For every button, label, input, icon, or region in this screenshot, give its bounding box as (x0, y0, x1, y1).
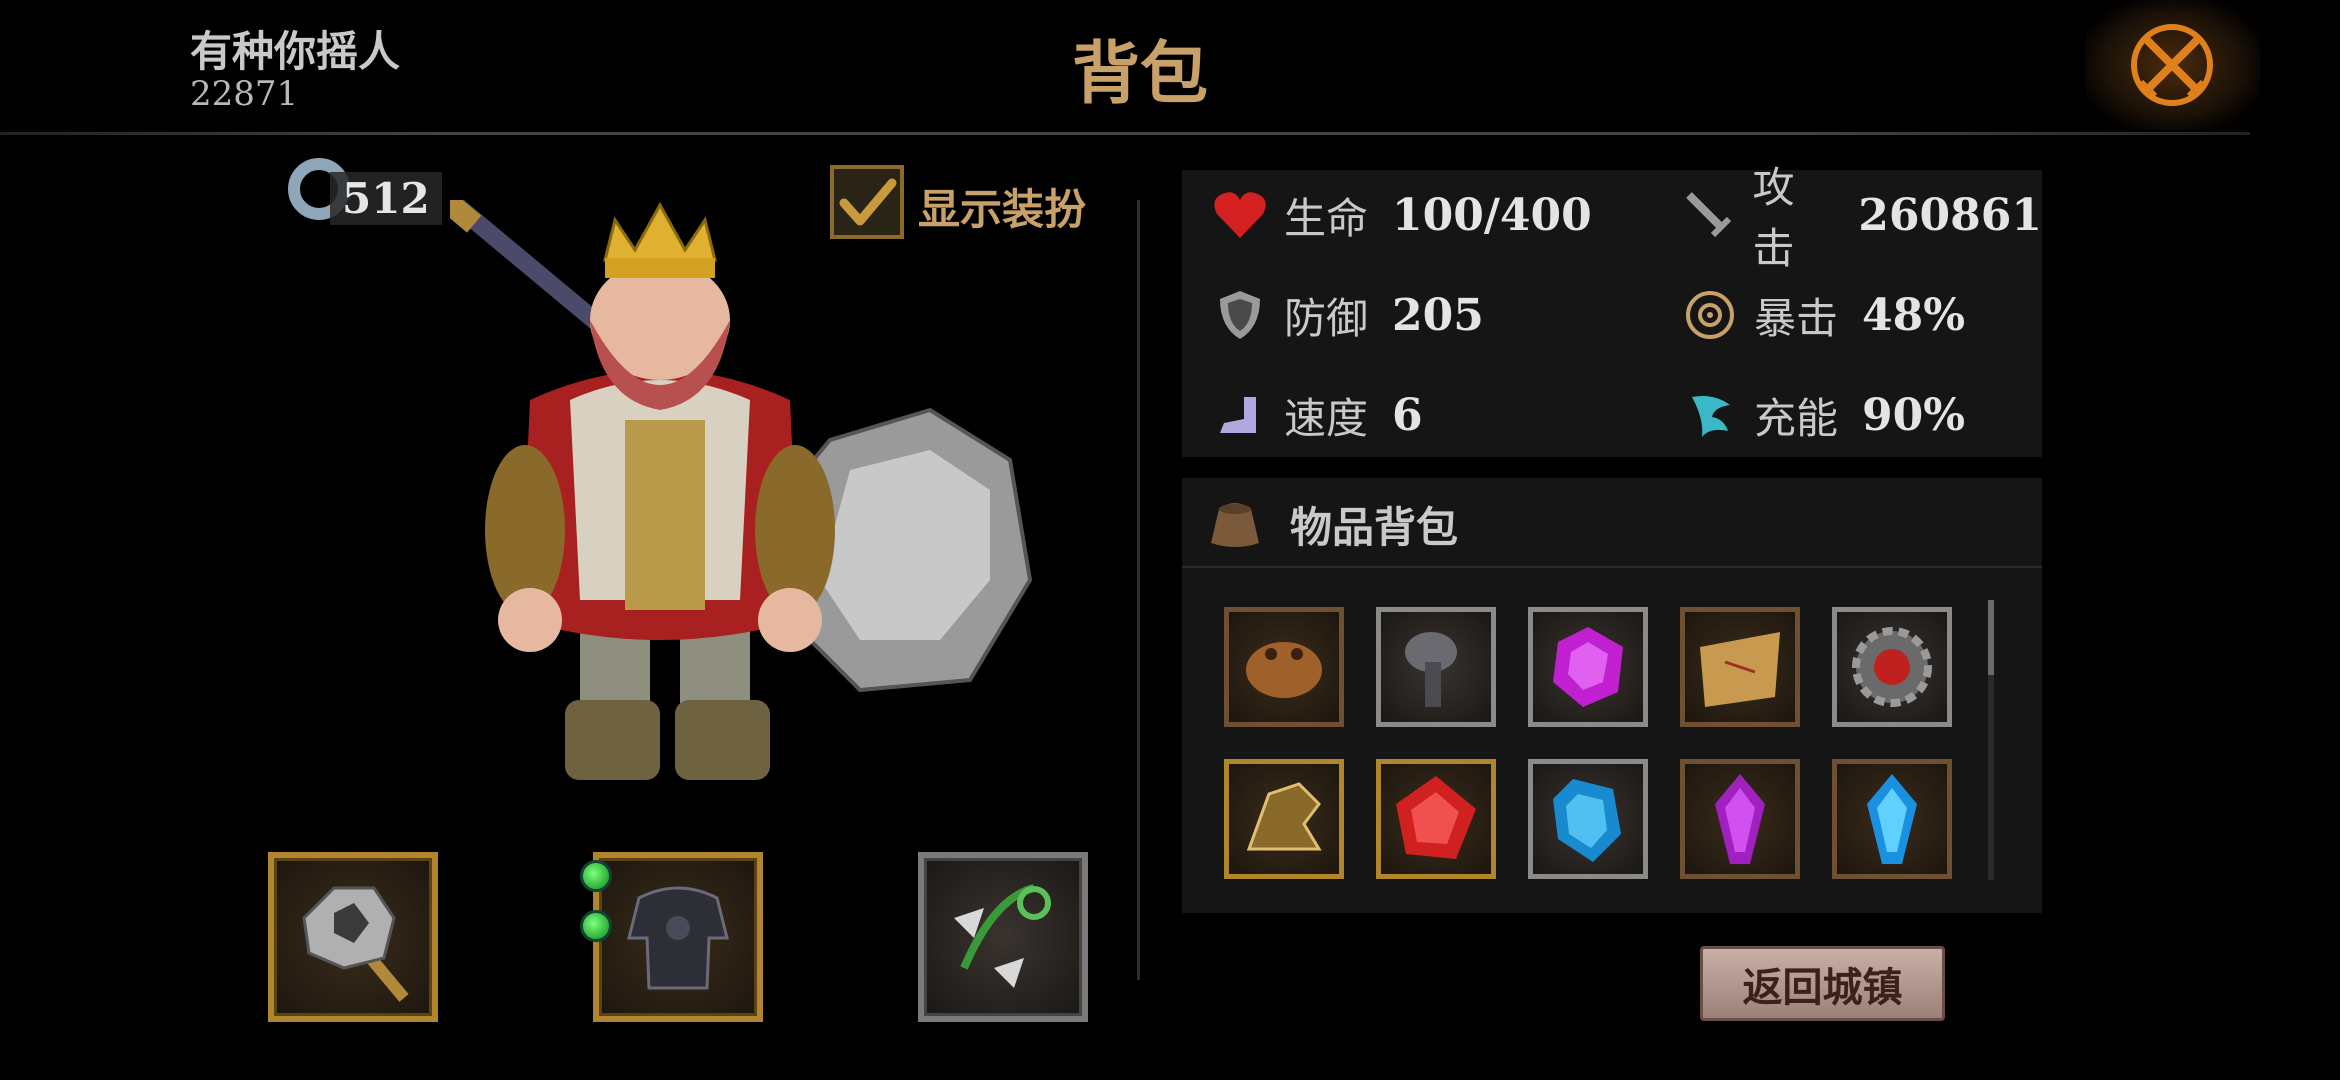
player-id: 22871 (190, 74, 299, 114)
dark-armor-icon (627, 886, 729, 990)
close-button[interactable] (2085, 0, 2260, 130)
inventory-title: 物品背包 (1290, 503, 1459, 552)
stat-energy-value: 90% (1862, 389, 1966, 441)
bag-icon (1211, 503, 1259, 547)
red-gear-icon (1852, 627, 1932, 707)
crit-target-icon (1682, 287, 1738, 343)
heart-icon (1212, 187, 1268, 243)
hero-character-model[interactable] (450, 200, 1070, 820)
inventory-item[interactable] (1376, 759, 1496, 879)
cyan-crystal-icon (1867, 774, 1917, 864)
inventory-item[interactable] (1376, 607, 1496, 727)
stat-crit-label: 暴击 (1754, 293, 1839, 343)
stat-crit-value: 48% (1862, 289, 1966, 341)
pipe-icon (1405, 632, 1457, 707)
character-level: 512 (330, 172, 442, 225)
gem-socket-icon (580, 910, 612, 942)
stats-panel: 生命 100/400 攻击 260861 防御 205 暴击 48% 速度 6 … (1182, 163, 2042, 457)
stat-hp: 生命 100/400 (1212, 185, 1592, 245)
inventory-item[interactable] (1528, 759, 1648, 879)
stat-hp-value: 100/400 (1392, 189, 1592, 241)
stat-attack-label: 攻击 (1752, 163, 1795, 273)
purple-gem-icon (1553, 627, 1623, 707)
green-pendant-icon (954, 884, 1051, 988)
equip-slot-armor[interactable] (593, 852, 763, 1022)
red-crystal-icon (1396, 776, 1476, 859)
inventory-item[interactable] (1528, 607, 1648, 727)
golden-boot-icon (1246, 782, 1322, 851)
war-hammer-icon (302, 886, 409, 1002)
stat-energy-label: 充能 (1754, 393, 1839, 443)
inventory-item[interactable] (1832, 759, 1952, 879)
header-divider (0, 132, 2250, 135)
player-name: 有种你摇人 (190, 27, 401, 76)
stat-crit: 暴击 48% (1682, 285, 1965, 345)
shield-icon (1212, 287, 1268, 343)
stat-defense-label: 防御 (1284, 293, 1369, 343)
gem-socket-icon (580, 860, 612, 892)
stat-speed-value: 6 (1392, 389, 1423, 441)
energy-wing-icon (1682, 387, 1738, 443)
stat-hp-label: 生命 (1284, 193, 1369, 243)
toad-icon (1246, 642, 1322, 698)
sword-icon (1682, 187, 1737, 243)
crossed-swords-close-icon (2131, 24, 2213, 106)
inventory-item[interactable] (1224, 607, 1344, 727)
stat-defense-value: 205 (1392, 289, 1484, 341)
purple-crystal-icon (1715, 774, 1765, 864)
equip-slot-accessory[interactable] (918, 852, 1088, 1022)
stat-speed: 速度 6 (1212, 385, 1423, 445)
equip-slot-weapon[interactable] (268, 852, 438, 1022)
page-title: 背包 (1071, 34, 1208, 114)
return-to-town-button[interactable]: 返回城镇 (1700, 946, 1945, 1021)
boot-icon (1212, 387, 1268, 443)
stat-speed-label: 速度 (1284, 393, 1369, 443)
blue-crystal-icon (1553, 779, 1621, 862)
inventory-item[interactable] (1832, 607, 1952, 727)
stat-attack: 攻击 260861 (1682, 163, 2042, 273)
inventory-item[interactable] (1224, 759, 1344, 879)
inventory-item[interactable] (1680, 607, 1800, 727)
inventory-scroll-thumb[interactable] (1988, 600, 1994, 675)
stat-attack-value: 260861 (1858, 189, 2042, 241)
stat-energy: 充能 90% (1682, 385, 1965, 445)
stat-defense: 防御 205 (1212, 285, 1484, 345)
map-scroll-icon (1700, 632, 1780, 707)
vertical-divider (1137, 200, 1140, 980)
inventory-item[interactable] (1680, 759, 1800, 879)
